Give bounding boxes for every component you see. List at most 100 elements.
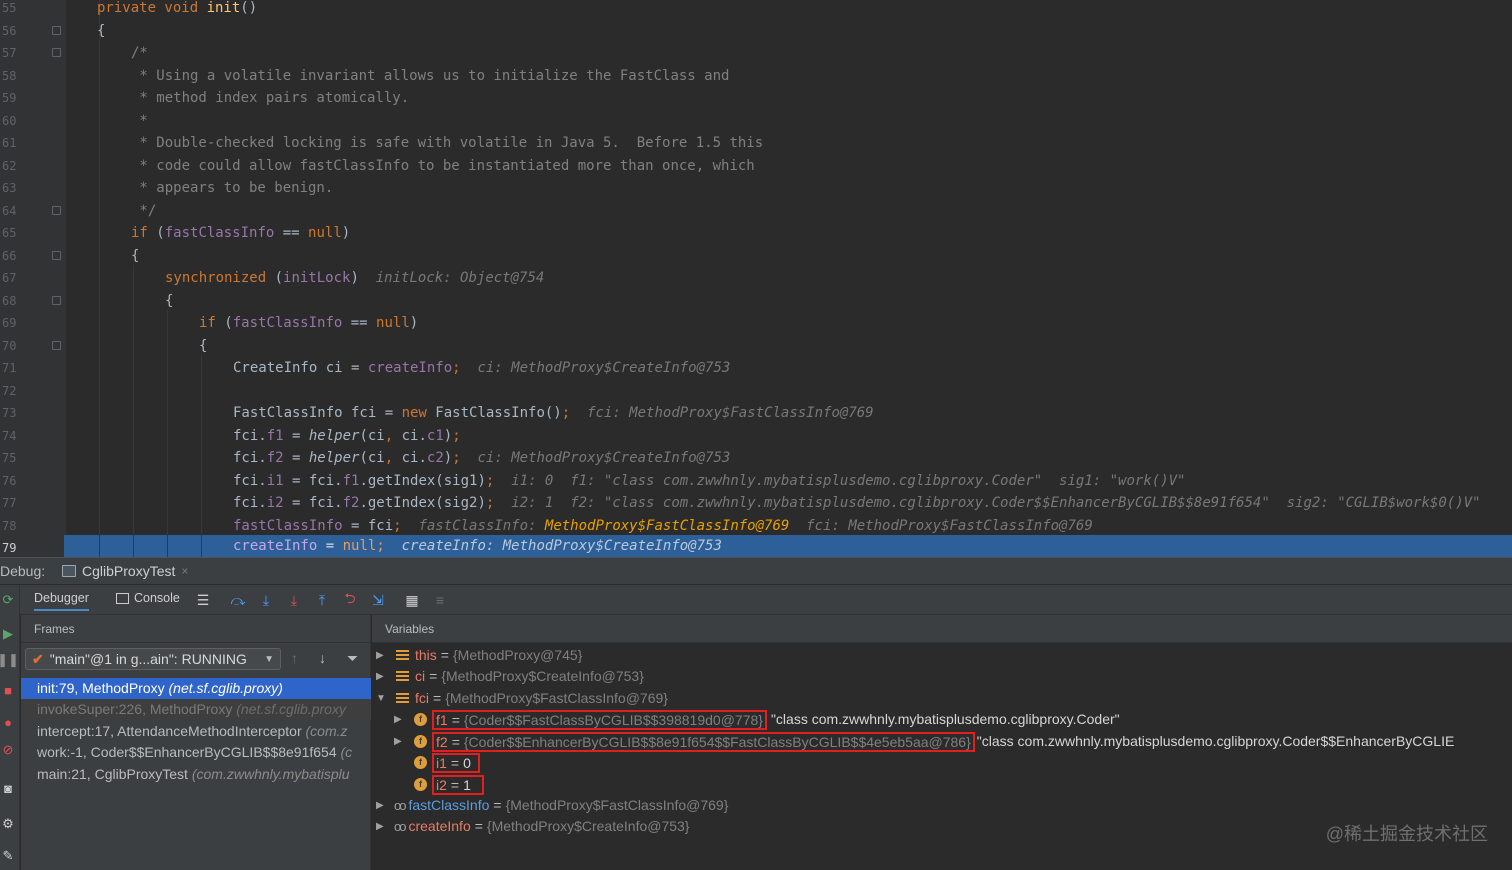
expand-arrow-icon[interactable]: ▶ xyxy=(376,645,384,666)
line-number: 72 xyxy=(2,383,17,398)
watch-icon: oo xyxy=(394,819,407,834)
line-number: 74 xyxy=(2,428,17,443)
arrow-down-icon[interactable]: ↓ xyxy=(319,650,326,666)
trace-icon[interactable]: ≡ xyxy=(431,591,449,609)
line-number: 78 xyxy=(2,518,17,533)
line-number: 75 xyxy=(2,451,17,465)
frame-item[interactable]: work:-1, Coder$$EnhancerByCGLIB$$8e91f65… xyxy=(21,742,371,763)
tab-debugger[interactable]: Debugger xyxy=(34,591,89,611)
line-number: 70 xyxy=(2,338,17,353)
variable-row-fastclassinfo[interactable]: ▶ oo fastClassInfo = {MethodProxy$FastClas… xyxy=(376,795,728,816)
evaluate-expression-icon[interactable]: ▦ xyxy=(403,591,421,609)
pause-icon[interactable]: ❚❚ xyxy=(0,652,19,667)
fold-marker[interactable] xyxy=(52,206,61,215)
rerun-icon[interactable]: ⟳ xyxy=(1,592,15,607)
resume-icon[interactable]: ▶ xyxy=(1,626,15,641)
code-line-73: FastClassInfo fci = new FastClassInfo();… xyxy=(233,405,874,421)
thread-selector[interactable]: ✔ "main"@1 in g...ain": RUNNING ▼ xyxy=(25,648,281,670)
line-number: 65 xyxy=(2,226,17,240)
fold-marker[interactable] xyxy=(52,296,61,305)
expand-arrow-icon[interactable]: ▶ xyxy=(394,709,402,730)
watermark: @稀土掘金技术社区 xyxy=(1325,824,1488,844)
variable-row-f2[interactable]: ▶ f f2 = {Coder$$EnhancerByCGLIB$$8e91f654… xyxy=(394,731,1454,752)
line-number: 63 xyxy=(2,181,17,195)
indent-guide xyxy=(167,310,168,557)
line-number: 79 xyxy=(2,541,17,555)
view-breakpoints-icon[interactable]: ● xyxy=(1,715,15,730)
variable-row-ci[interactable]: ▶ ci = {MethodProxy$CreateInfo@753} xyxy=(376,666,644,687)
variables-header: Variables xyxy=(372,615,1512,643)
frame-item[interactable]: invokeSuper:226, MethodProxy (net.sf.cgl… xyxy=(21,699,371,720)
fold-marker[interactable] xyxy=(52,26,61,35)
code-line-61: * Double-checked locking is safe with vo… xyxy=(131,135,764,151)
code-line-55: private void init() xyxy=(97,0,258,16)
step-into-icon[interactable]: ⤓ xyxy=(257,591,275,609)
run-to-cursor-icon[interactable]: ⇲ xyxy=(369,591,387,609)
code-line-74: fci.f1 = helper(ci, ci.c1); xyxy=(233,427,461,444)
close-icon[interactable]: × xyxy=(181,564,188,578)
variable-row-fci[interactable]: ▼ fci = {MethodProxy$FastClassInfo@769} xyxy=(376,688,668,709)
frame-item[interactable]: main:21, CglibProxyTest (com.zwwhnly.myb… xyxy=(21,764,371,785)
variable-row-i2[interactable]: f i2 = 1 xyxy=(414,774,484,795)
tab-console[interactable]: Console xyxy=(116,591,180,605)
expand-arrow-icon[interactable]: ▶ xyxy=(376,816,384,837)
code-line-70: { xyxy=(199,337,208,354)
line-number: 61 xyxy=(2,136,17,150)
field-icon: f xyxy=(414,713,427,726)
expand-arrow-icon[interactable]: ▶ xyxy=(376,795,384,816)
expand-arrow-icon[interactable]: ▶ xyxy=(394,731,402,752)
code-line-62: * code could allow fastClassInfo to be i… xyxy=(131,157,755,174)
force-step-into-icon[interactable]: ⤓ xyxy=(285,591,303,609)
frame-item[interactable]: init:79, MethodProxy (net.sf.cglib.proxy… xyxy=(21,678,371,699)
frame-item[interactable]: intercept:17, AttendanceMethodIntercepto… xyxy=(21,721,371,742)
fold-marker[interactable] xyxy=(52,251,61,260)
variable-row-i1[interactable]: f i1 = 0 xyxy=(414,752,480,773)
camera-icon[interactable]: ◙ xyxy=(1,781,15,796)
debug-tool-window-header: Debug: CglibProxyTest × xyxy=(0,557,1512,584)
line-number: 60 xyxy=(2,113,17,128)
layout-menu-icon[interactable]: ☰ xyxy=(194,591,212,609)
stop-icon[interactable]: ■ xyxy=(1,683,15,698)
fold-marker[interactable] xyxy=(52,48,61,57)
line-number: 73 xyxy=(2,406,17,420)
gear-icon[interactable]: ⚙ xyxy=(1,816,15,831)
highlight-box: i1 = 0 xyxy=(432,752,480,773)
line-number: 66 xyxy=(2,248,17,263)
run-config-icon xyxy=(62,565,76,577)
line-number: 62 xyxy=(2,158,17,173)
step-out-icon[interactable]: ⤒ xyxy=(313,591,331,609)
thread-selector-value: "main"@1 in g...ain": RUNNING xyxy=(49,651,247,667)
code-line-65: if (fastClassInfo == null) xyxy=(131,225,351,241)
code-line-68: { xyxy=(165,292,174,309)
indent-guide xyxy=(201,355,202,557)
expand-arrow-icon[interactable]: ▶ xyxy=(376,666,384,687)
arrow-up-icon[interactable]: ↑ xyxy=(291,650,298,666)
variable-row-this[interactable]: ▶ this = {MethodProxy@745} xyxy=(376,645,582,666)
debug-session-tab[interactable]: CglibProxyTest × xyxy=(62,559,188,583)
code-line-66: { xyxy=(131,247,140,264)
code-line-57: /* xyxy=(131,45,148,61)
field-icon: f xyxy=(414,756,427,769)
code-editor[interactable]: 55 56 57 58 59 60 61 62 63 64 65 66 67 6… xyxy=(0,0,1512,557)
collapse-arrow-icon[interactable]: ▼ xyxy=(376,688,386,709)
object-icon xyxy=(396,692,409,705)
drop-frame-icon[interactable]: ⮌ xyxy=(341,590,359,609)
variable-row-createinfo[interactable]: ▶ oo createInfo = {MethodProxy$CreateInfo@… xyxy=(376,816,689,837)
pin-icon[interactable]: ✎ xyxy=(1,848,15,863)
line-number: 76 xyxy=(2,473,17,488)
chevron-down-icon: ▼ xyxy=(264,653,274,665)
code-line-75: fci.f2 = helper(ci, ci.c2); ci: MethodPr… xyxy=(233,450,731,466)
code-line-77: fci.i2 = fci.f2.getIndex(sig2); i2: 1 f2… xyxy=(233,495,1481,511)
filter-icon[interactable]: ⏷ xyxy=(347,650,358,667)
line-number: 69 xyxy=(2,316,17,330)
line-number: 68 xyxy=(2,293,17,308)
mute-breakpoints-icon[interactable]: ⊘ xyxy=(1,742,15,757)
highlight-box: f2 = {Coder$$EnhancerByCGLIB$$8e91f654$$Fa… xyxy=(432,731,975,752)
step-over-icon[interactable]: ⤼ xyxy=(229,591,247,609)
thread-row: ✔ "main"@1 in g...ain": RUNNING ▼ ↑ ↓ ⏷ xyxy=(21,648,371,672)
variable-row-f1[interactable]: ▶ f f1 = {Coder$$FastClassByCGLIB$$398819d… xyxy=(394,709,1120,730)
code-line-78: fastClassInfo = fci; fastClassInfo: Meth… xyxy=(233,517,1093,534)
code-line-59: * method index pairs atomically. xyxy=(131,90,410,106)
fold-marker[interactable] xyxy=(52,341,61,350)
line-number: 77 xyxy=(2,496,17,510)
